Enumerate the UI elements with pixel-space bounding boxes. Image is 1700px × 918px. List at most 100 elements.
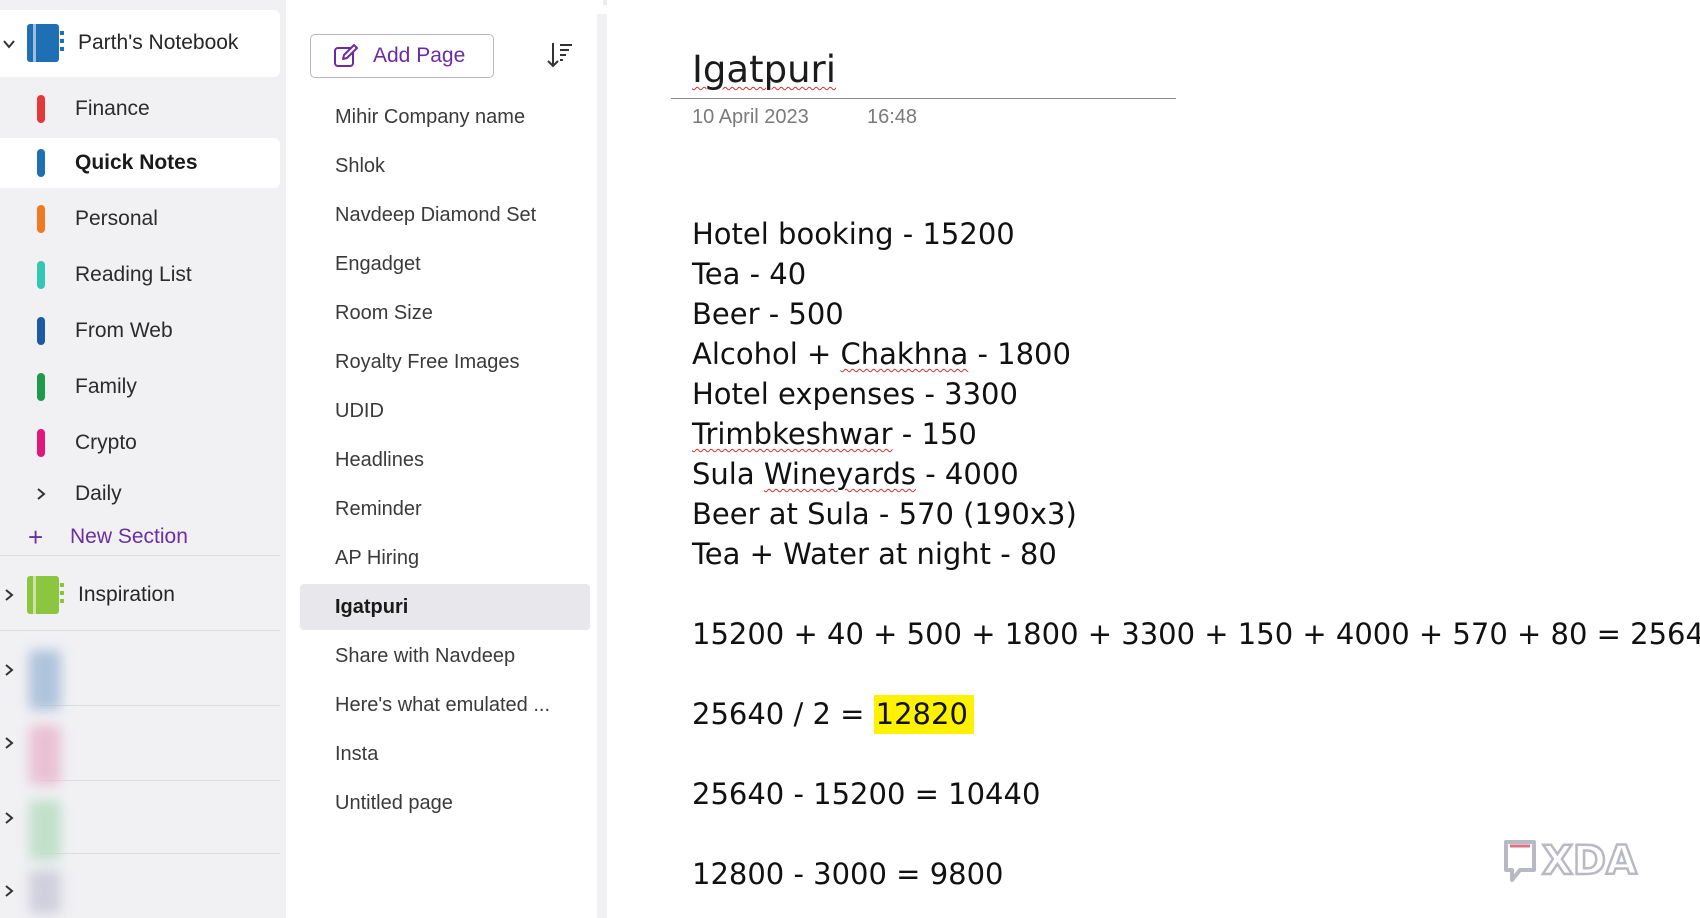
page-label: Engadget bbox=[335, 252, 421, 275]
page-label: UDID bbox=[335, 399, 384, 422]
highlighted-value: 12820 bbox=[873, 695, 974, 734]
divider bbox=[40, 780, 280, 781]
page-label: Navdeep Diamond Set bbox=[335, 203, 537, 226]
page-label: Untitled page bbox=[335, 791, 453, 814]
section-item-crypto[interactable]: Crypto bbox=[0, 418, 280, 468]
note-line[interactable]: Hotel booking - 15200 bbox=[692, 217, 1015, 251]
section-label: Personal bbox=[75, 207, 158, 230]
section-item-from-web[interactable]: From Web bbox=[0, 306, 280, 356]
section-color-tab bbox=[37, 373, 45, 401]
notebook-inspiration[interactable]: Inspiration bbox=[0, 560, 280, 630]
section-color-tab bbox=[37, 429, 45, 457]
section-group-label: Daily bbox=[75, 482, 122, 505]
svg-text:XDA: XDA bbox=[1542, 838, 1637, 884]
blurred-notebook-icon bbox=[29, 725, 61, 785]
chevron-right-icon[interactable] bbox=[2, 884, 16, 898]
section-item-finance[interactable]: Finance bbox=[0, 84, 280, 134]
note-half-line[interactable]: 25640 / 2 = 12820 bbox=[692, 695, 974, 734]
chevron-right-icon[interactable] bbox=[2, 663, 16, 677]
page-item[interactable]: Insta bbox=[300, 731, 590, 777]
page-label: Igatpuri bbox=[335, 595, 409, 618]
section-color-tab bbox=[37, 149, 45, 177]
page-item[interactable]: Mihir Company name bbox=[300, 94, 590, 140]
chevron-right-icon[interactable] bbox=[2, 736, 16, 750]
section-color-tab bbox=[37, 205, 45, 233]
notebook-icon bbox=[27, 576, 64, 614]
divider bbox=[0, 630, 280, 631]
edit-page-icon bbox=[334, 44, 358, 67]
section-label: From Web bbox=[75, 319, 173, 342]
section-label: Quick Notes bbox=[75, 151, 198, 174]
new-section-button[interactable]: + New Section bbox=[28, 523, 188, 551]
add-page-label: Add Page bbox=[373, 44, 466, 67]
new-section-label: New Section bbox=[70, 525, 188, 548]
section-item-family[interactable]: Family bbox=[0, 362, 280, 412]
section-item-reading-list[interactable]: Reading List bbox=[0, 250, 280, 300]
note-line[interactable]: Beer - 500 bbox=[692, 297, 844, 331]
page-item[interactable]: Shlok bbox=[300, 143, 590, 189]
page-item[interactable]: Untitled page bbox=[300, 780, 590, 826]
section-label: Crypto bbox=[75, 431, 137, 454]
page-label: AP Hiring bbox=[335, 546, 420, 569]
page-label: Royalty Free Images bbox=[335, 350, 520, 373]
sections-pane: Parth's Notebook Finance Quick Notes Per… bbox=[0, 0, 286, 918]
note-diff2-line[interactable]: 12800 - 3000 = 9800 bbox=[692, 857, 1004, 891]
title-underline bbox=[671, 98, 1176, 99]
section-group-daily[interactable]: Daily bbox=[0, 469, 280, 519]
page-label: Mihir Company name bbox=[335, 105, 526, 128]
section-color-tab bbox=[37, 95, 45, 123]
section-item-quick-notes[interactable]: Quick Notes bbox=[0, 138, 280, 188]
page-item[interactable]: Room Size bbox=[300, 290, 590, 336]
sort-icon[interactable] bbox=[544, 40, 574, 70]
blurred-notebook-icon bbox=[29, 650, 61, 710]
note-line[interactable]: Tea + Water at night - 80 bbox=[692, 537, 1057, 571]
note-canvas[interactable]: Igatpuri 10 April 2023 16:48 Hotel booki… bbox=[607, 0, 1700, 918]
note-line[interactable]: Hotel expenses - 3300 bbox=[692, 377, 1018, 411]
page-item[interactable]: Engadget bbox=[300, 241, 590, 287]
page-label: Here's what emulated ... bbox=[335, 693, 551, 716]
page-item[interactable]: Reminder bbox=[300, 486, 590, 532]
page-item[interactable]: Navdeep Diamond Set bbox=[300, 192, 590, 238]
note-line[interactable]: Trimbkeshwar - 150 bbox=[692, 417, 977, 451]
pane-splitter[interactable] bbox=[597, 14, 607, 918]
note-sum-line[interactable]: 15200 + 40 + 500 + 1800 + 3300 + 150 + 4… bbox=[692, 617, 1700, 651]
chevron-right-icon[interactable] bbox=[34, 487, 48, 501]
page-item[interactable]: Royalty Free Images bbox=[300, 339, 590, 385]
add-page-button[interactable]: Add Page bbox=[310, 34, 494, 78]
page-item-active[interactable]: Igatpuri bbox=[300, 584, 590, 630]
page-item[interactable]: Share with Navdeep bbox=[300, 633, 590, 679]
chevron-right-icon[interactable] bbox=[2, 588, 16, 602]
blurred-notebook-icon bbox=[29, 800, 61, 860]
section-color-tab bbox=[37, 317, 45, 345]
note-diff-line[interactable]: 25640 - 15200 = 10440 bbox=[692, 777, 1040, 811]
note-line[interactable]: Alcohol + Chakhna - 1800 bbox=[692, 337, 1071, 371]
page-item[interactable]: AP Hiring bbox=[300, 535, 590, 581]
page-item[interactable]: Here's what emulated ... bbox=[300, 682, 590, 728]
chevron-down-icon[interactable] bbox=[2, 37, 16, 51]
chevron-right-icon[interactable] bbox=[2, 811, 16, 825]
notebook-name: Inspiration bbox=[78, 583, 175, 606]
divider bbox=[40, 853, 280, 854]
page-date: 10 April 2023 bbox=[692, 106, 809, 128]
page-label: Shlok bbox=[335, 154, 386, 177]
page-title[interactable]: Igatpuri bbox=[692, 48, 836, 91]
plus-icon: + bbox=[28, 522, 44, 552]
page-time: 16:48 bbox=[867, 106, 918, 128]
xda-watermark-logo: XDA bbox=[1504, 837, 1638, 885]
page-label: Share with Navdeep bbox=[335, 644, 516, 667]
page-label: Headlines bbox=[335, 448, 424, 471]
notebook-icon bbox=[27, 24, 64, 62]
page-label: Insta bbox=[335, 742, 379, 765]
page-label: Reminder bbox=[335, 497, 422, 520]
note-line[interactable]: Sula Wineyards - 4000 bbox=[692, 457, 1019, 491]
page-item[interactable]: Headlines bbox=[300, 437, 590, 483]
page-label: Room Size bbox=[335, 301, 433, 324]
page-item[interactable]: UDID bbox=[300, 388, 590, 434]
section-item-personal[interactable]: Personal bbox=[0, 194, 280, 244]
note-line[interactable]: Beer at Sula - 570 (190x3) bbox=[692, 497, 1077, 531]
notebook-name: Parth's Notebook bbox=[78, 31, 239, 54]
section-label: Family bbox=[75, 375, 137, 398]
notebook-parths[interactable]: Parth's Notebook bbox=[0, 10, 280, 77]
note-line[interactable]: Tea - 40 bbox=[692, 257, 806, 291]
section-color-tab bbox=[37, 261, 45, 289]
